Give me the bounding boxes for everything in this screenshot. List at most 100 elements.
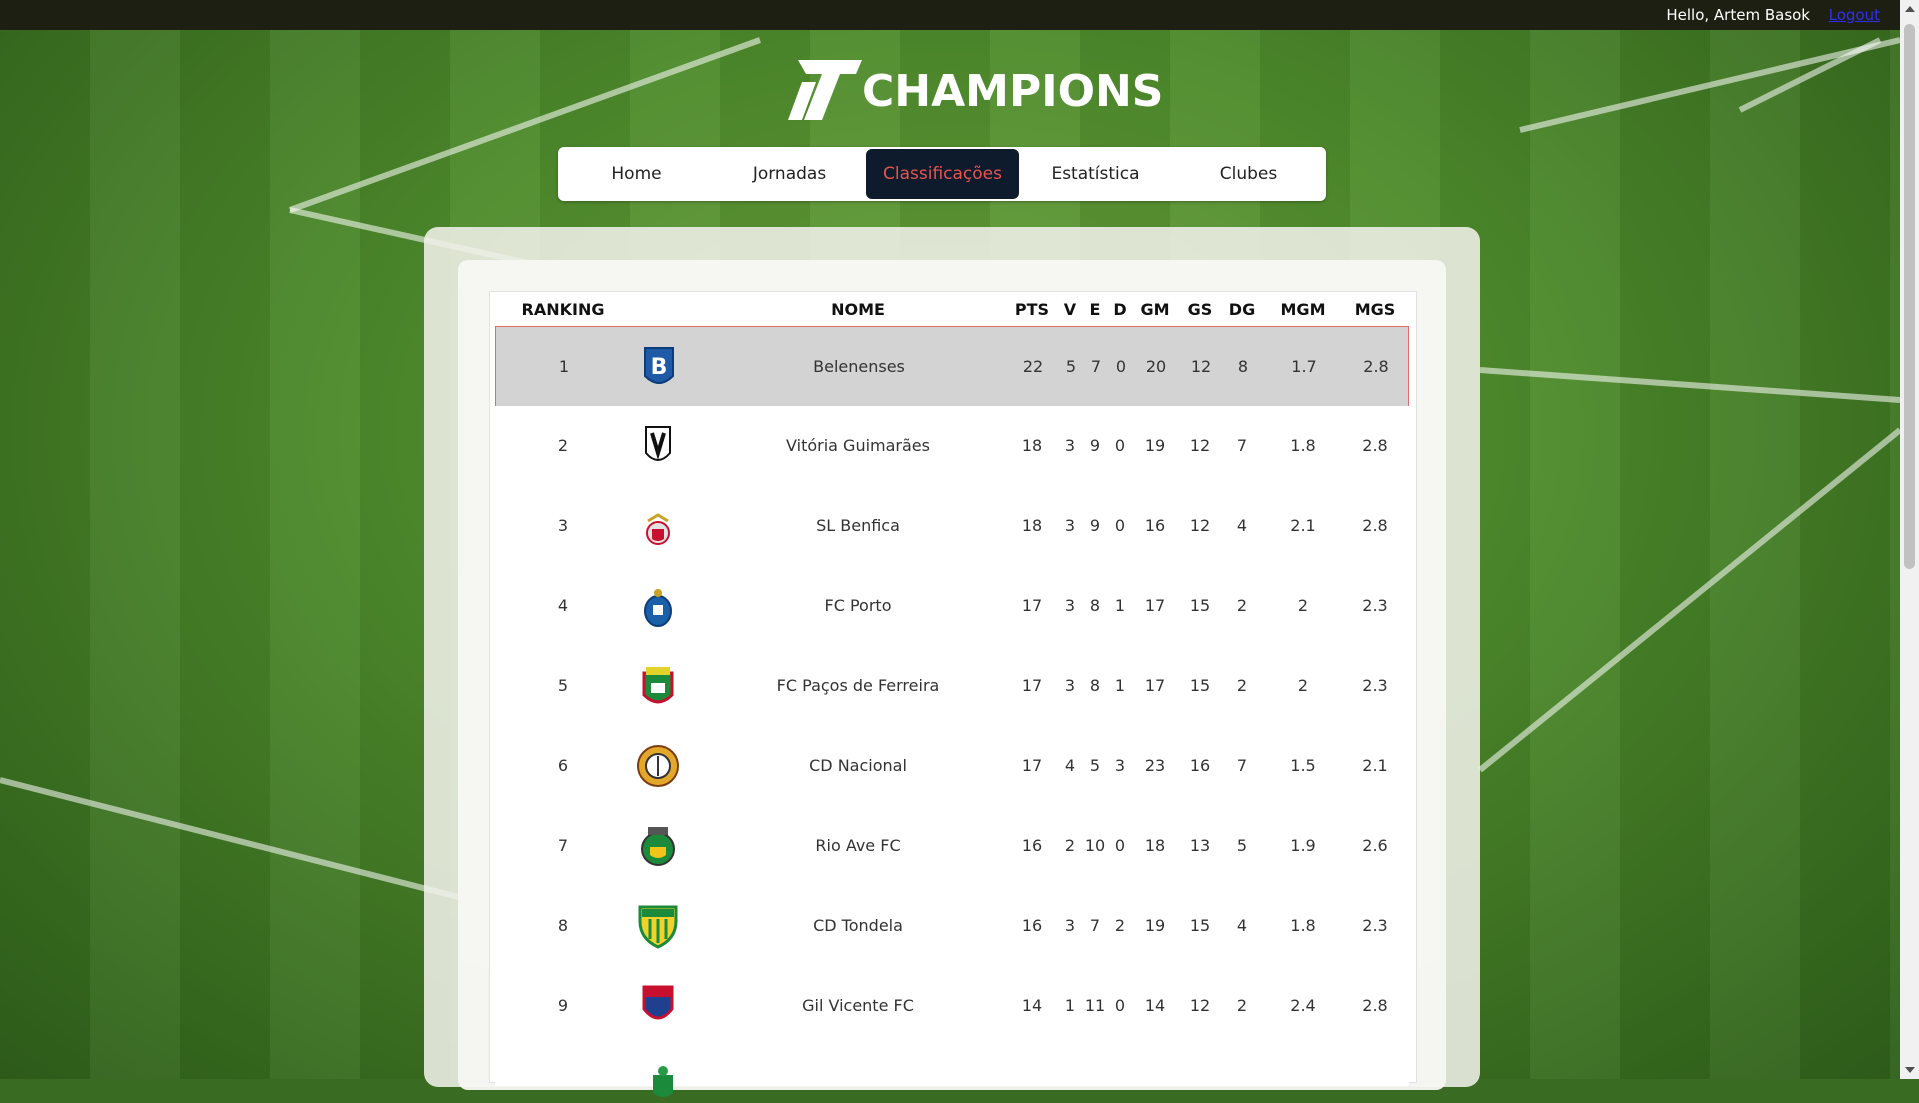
cell-mgm: 2.4 [1290, 996, 1316, 1015]
header-d[interactable]: D [1113, 300, 1126, 319]
cell-gs: 13 [1189, 836, 1211, 855]
cell-e: 8 [1089, 676, 1101, 695]
tab-clubes[interactable]: Clubes [1172, 149, 1325, 199]
header-e[interactable]: E [1090, 300, 1101, 319]
cell-rank: 9 [557, 996, 569, 1015]
tab-jornadas[interactable]: Jornadas [713, 149, 866, 199]
table-row[interactable]: 2 Vitória Guimarães 18 3 9 0 19 12 7 1.8 2.8 [495, 406, 1409, 487]
header-mgs[interactable]: MGS [1355, 300, 1396, 319]
cell-rank: 7 [557, 836, 569, 855]
tab-classificacoes[interactable]: Classificações [866, 149, 1019, 199]
table-row[interactable]: 7 Rio Ave FC 16 2 10 0 18 13 5 1.9 2.6 [495, 806, 1409, 887]
cell-v: 5 [1065, 357, 1077, 376]
cell-rank: 8 [557, 916, 569, 935]
page-scrollbar[interactable] [1900, 0, 1919, 1079]
cell-e: 11 [1084, 996, 1106, 1015]
cell-mgm: 1.9 [1290, 836, 1316, 855]
table-row[interactable]: 4 FC Porto 17 3 8 1 17 15 2 2 2.3 [495, 566, 1409, 647]
belenenses-crest-icon: B [644, 347, 674, 384]
benfica-crest-icon [646, 513, 670, 545]
table-row-partial[interactable] [495, 1046, 1409, 1097]
tab-estatistica[interactable]: Estatística [1019, 149, 1172, 199]
gil-vicente-crest-icon [642, 985, 674, 1020]
brand-mark-icon [788, 60, 862, 120]
cell-d: 0 [1114, 436, 1126, 455]
logout-link[interactable]: Logout [1829, 6, 1880, 24]
header-dg[interactable]: DG [1229, 300, 1255, 319]
cell-name: Rio Ave FC [815, 836, 901, 855]
user-bar: Hello, Artem Basok Logout [0, 0, 1900, 30]
brand-logo[interactable]: CHAMPIONS [782, 58, 1164, 122]
header-pts[interactable]: PTS [1015, 300, 1049, 319]
cell-mgs: 2.3 [1362, 676, 1388, 695]
cell-e: 10 [1084, 836, 1106, 855]
cell-gs: 15 [1189, 916, 1211, 935]
cell-e: 9 [1089, 436, 1101, 455]
cell-rank: 3 [557, 516, 569, 535]
cell-rank: 2 [557, 436, 569, 455]
cell-name: SL Benfica [816, 516, 900, 535]
cell-dg: 4 [1236, 916, 1248, 935]
cell-d: 3 [1114, 756, 1126, 775]
cell-pts: 17 [1021, 756, 1043, 775]
cell-dg: 2 [1236, 996, 1248, 1015]
cell-gm: 17 [1144, 596, 1166, 615]
header-gs[interactable]: GS [1188, 300, 1213, 319]
user-greeting: Hello, Artem Basok [1666, 6, 1810, 24]
cell-d: 0 [1114, 996, 1126, 1015]
cell-pts: 17 [1021, 676, 1043, 695]
tab-home[interactable]: Home [560, 149, 713, 199]
scroll-up-arrow-icon[interactable] [1905, 6, 1915, 12]
svg-text:B: B [651, 355, 668, 380]
rio-ave-crest-icon [641, 827, 675, 866]
header-ranking[interactable]: RANKING [522, 300, 605, 319]
cell-pts: 16 [1021, 916, 1043, 935]
cell-dg: 2 [1236, 676, 1248, 695]
cell-mgm: 1.8 [1290, 916, 1316, 935]
cell-v: 4 [1064, 756, 1076, 775]
header-gm[interactable]: GM [1140, 300, 1169, 319]
cell-mgm: 2 [1297, 676, 1309, 695]
cell-mgs: 2.3 [1362, 916, 1388, 935]
header-v[interactable]: V [1064, 300, 1076, 319]
cell-mgm: 1.7 [1291, 357, 1317, 376]
cell-name: CD Nacional [809, 756, 907, 775]
cell-name: Gil Vicente FC [802, 996, 914, 1015]
table-row[interactable]: 8 CD Tondela 16 3 7 2 19 15 4 1.8 2.3 [495, 886, 1409, 967]
cell-gm: 19 [1144, 436, 1166, 455]
porto-crest-icon [644, 589, 672, 627]
cell-pts: 14 [1021, 996, 1043, 1015]
cell-pts: 18 [1021, 516, 1043, 535]
cell-gs: 12 [1189, 996, 1211, 1015]
scroll-down-arrow-icon[interactable] [1905, 1067, 1915, 1073]
cell-gs: 15 [1189, 596, 1211, 615]
cell-gm: 16 [1144, 516, 1166, 535]
header-nome[interactable]: NOME [831, 300, 885, 319]
cell-rank: 1 [558, 357, 570, 376]
tondela-crest-icon [638, 905, 678, 949]
cell-mgs: 2.6 [1362, 836, 1388, 855]
table-row[interactable]: 9 Gil Vicente FC 14 1 11 0 14 12 2 2.4 2.8 [495, 966, 1409, 1047]
table-row[interactable]: 1 Belenenses 22 5 7 0 20 12 8 1.7 2.8 B [495, 326, 1409, 408]
cell-rank: 6 [557, 756, 569, 775]
cell-d: 0 [1114, 836, 1126, 855]
cell-dg: 4 [1236, 516, 1248, 535]
table-row[interactable]: 5 FC Paços de Ferreira 17 3 8 1 17 15 2 2 2.3 [495, 646, 1409, 727]
cell-mgs: 2.8 [1363, 357, 1389, 376]
header-mgm[interactable]: MGM [1281, 300, 1326, 319]
cell-dg: 7 [1236, 756, 1248, 775]
cell-gs: 12 [1189, 516, 1211, 535]
table-row[interactable]: 3 SL Benfica 18 3 9 0 16 12 4 2.1 2.8 [495, 486, 1409, 567]
scrollbar-thumb[interactable] [1904, 24, 1915, 569]
cell-e: 5 [1089, 756, 1101, 775]
cell-gm: 23 [1144, 756, 1166, 775]
cell-gm: 17 [1144, 676, 1166, 695]
cell-name: Belenenses [813, 357, 905, 376]
cell-mgs: 2.8 [1362, 996, 1388, 1015]
cell-v: 3 [1064, 436, 1076, 455]
cell-dg: 7 [1236, 436, 1248, 455]
vitoria-guimaraes-crest-icon [645, 426, 671, 461]
cell-e: 8 [1089, 596, 1101, 615]
cell-d: 0 [1115, 357, 1127, 376]
table-row[interactable]: 6 CD Nacional 17 4 5 3 23 16 7 1.5 2.1 [495, 726, 1409, 807]
